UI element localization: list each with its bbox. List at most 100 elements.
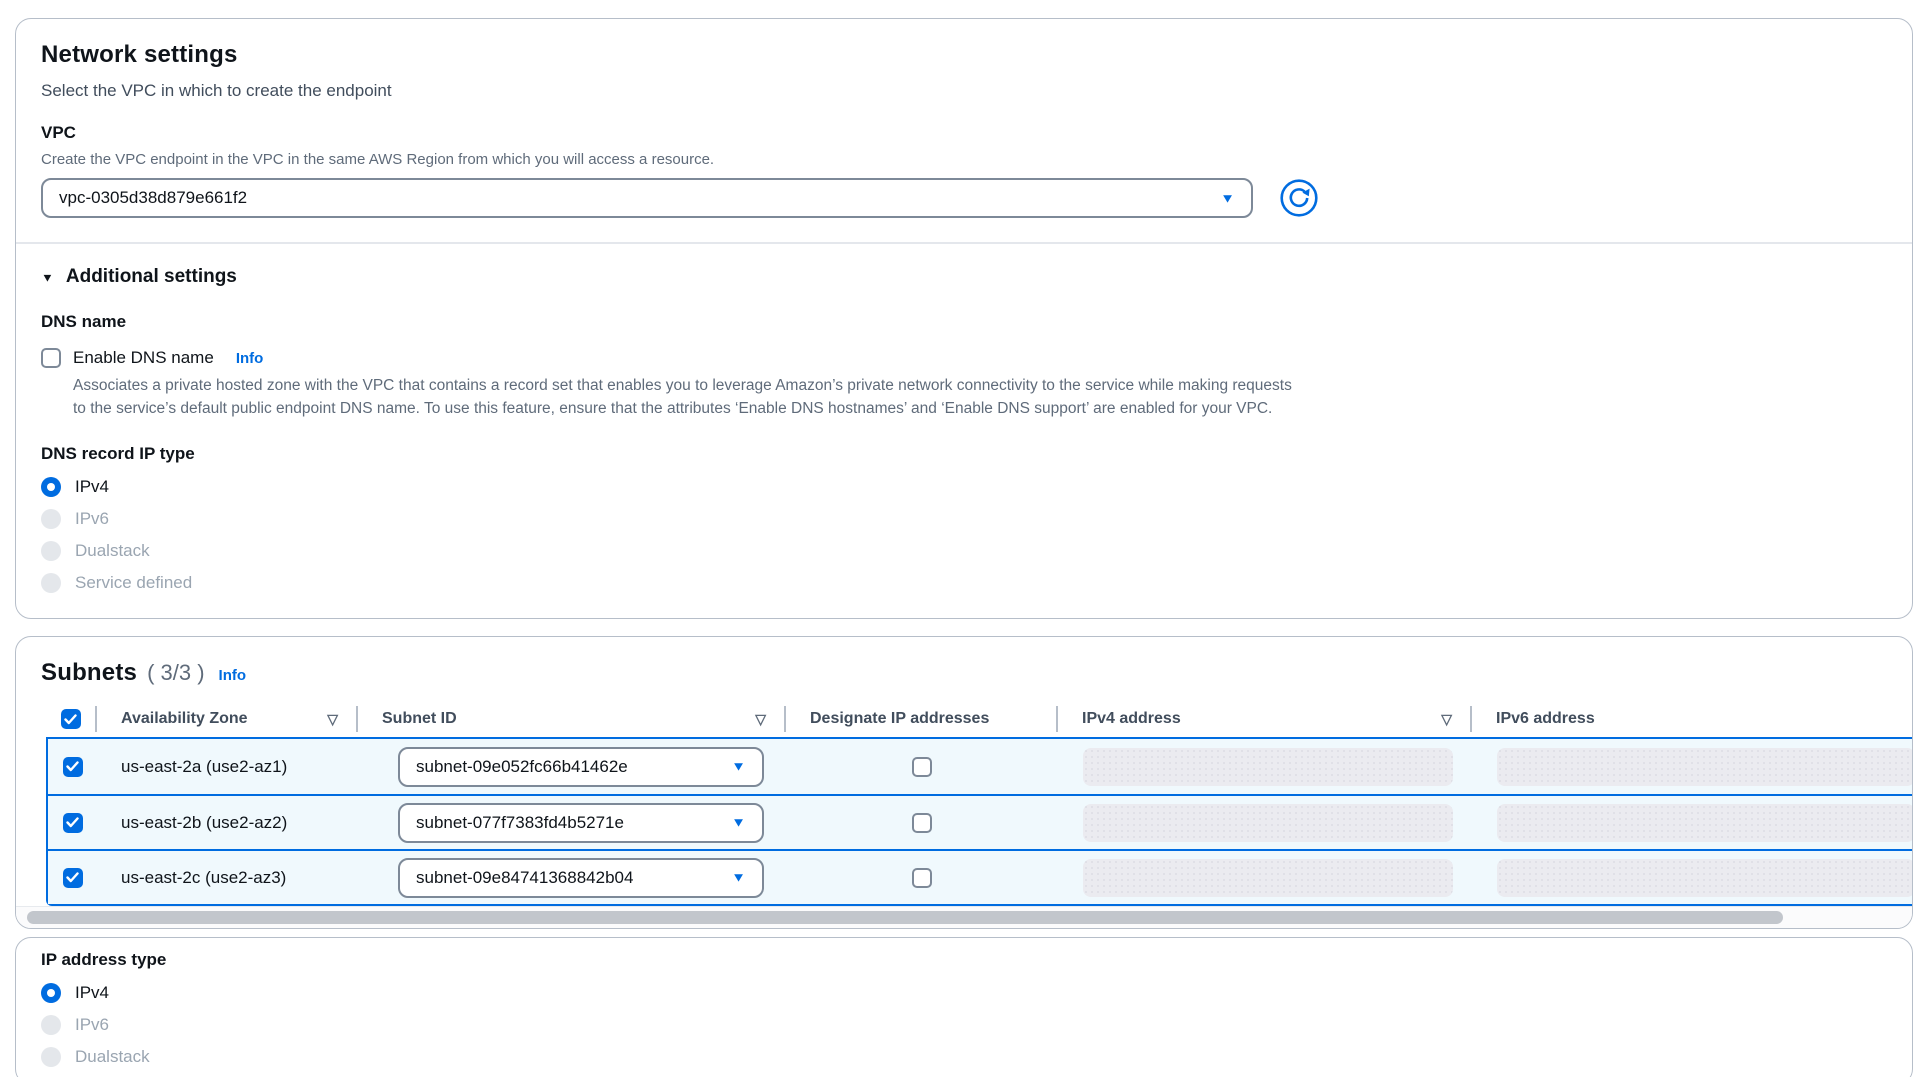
designate-ip-checkbox[interactable] (912, 868, 932, 888)
radio-label: Dualstack (75, 541, 150, 561)
dns-name-info-link[interactable]: Info (236, 350, 264, 367)
dns-name-label: DNS name (41, 312, 1887, 332)
subnet-id-value: subnet-09e052fc66b41462e (416, 757, 628, 777)
designate-ip-cell (786, 813, 1058, 833)
refresh-icon (1279, 206, 1319, 221)
ipv6-address-cell (1472, 804, 1913, 842)
radio-label: IPv4 (75, 983, 109, 1003)
header-cell-subnet-id: Subnet ID ▽ (356, 706, 784, 732)
radio-option-ipv6: IPv6 (41, 1014, 1887, 1036)
enable-dns-name-checkbox[interactable] (41, 348, 61, 368)
additional-settings-expander[interactable]: ▼ Additional settings (41, 266, 1887, 288)
section-divider (16, 242, 1912, 244)
header-cell-ipv4: IPv4 address ▽ (1056, 706, 1470, 732)
header-cell-availability-zone: Availability Zone ▽ (95, 706, 356, 732)
designate-ip-checkbox[interactable] (912, 813, 932, 833)
table-row: us-east-2c (use2-az3) subnet-09e84741368… (48, 849, 1912, 904)
vpc-description: Create the VPC endpoint in the VPC in th… (41, 151, 1887, 168)
radio-label: Dualstack (75, 1047, 150, 1067)
radio-option-ipv6: IPv6 (41, 508, 1887, 530)
availability-zone-value: us-east-2a (use2-az1) (97, 757, 287, 777)
subnets-title: Subnets (41, 659, 137, 687)
availability-zone-value: us-east-2c (use2-az3) (97, 868, 286, 888)
select-all-checkbox[interactable] (61, 709, 81, 729)
horizontal-scrollbar-track[interactable] (16, 906, 1912, 928)
availability-zone-cell: us-east-2a (use2-az1) (97, 757, 358, 777)
ipv4-address-cell (1058, 859, 1472, 897)
sort-icon[interactable]: ▽ (755, 711, 766, 728)
row-checkbox[interactable] (63, 813, 83, 833)
ipv4-address-input-disabled (1083, 804, 1453, 842)
chevron-down-icon: ▼ (731, 760, 746, 773)
subnets-table: Availability Zone ▽ Subnet ID ▽ Designat… (46, 701, 1912, 906)
availability-zone-cell: us-east-2b (use2-az2) (97, 813, 358, 833)
radio-icon (41, 509, 61, 529)
ipv4-address-cell (1058, 748, 1472, 786)
radio-label: IPv6 (75, 509, 109, 529)
horizontal-scrollbar-thumb[interactable] (27, 911, 1783, 924)
vpc-label: VPC (41, 123, 1887, 143)
ip-address-type-group: IPv4 IPv6 Dualstack (41, 982, 1887, 1068)
ipv6-address-input-disabled (1497, 748, 1913, 786)
subnets-info-link[interactable]: Info (219, 667, 247, 684)
availability-zone-cell: us-east-2c (use2-az3) (97, 868, 358, 888)
dns-name-description: Associates a private hosted zone with th… (73, 374, 1295, 420)
subnet-id-cell: subnet-09e052fc66b41462e ▼ (358, 747, 786, 787)
ipv6-address-input-disabled (1497, 804, 1913, 842)
radio-icon[interactable] (41, 477, 61, 497)
column-label: IPv6 address (1496, 710, 1595, 728)
subnet-id-cell: subnet-09e84741368842b04 ▼ (358, 858, 786, 898)
radio-icon (41, 1015, 61, 1035)
ipv6-address-cell (1472, 748, 1913, 786)
network-settings-subtitle: Select the VPC in which to create the en… (41, 81, 1887, 101)
chevron-down-icon: ▼ (1220, 192, 1235, 205)
ipv6-address-cell (1472, 859, 1913, 897)
additional-settings-title: Additional settings (66, 266, 237, 288)
enable-dns-name-row: Enable DNS name Info (41, 348, 1887, 368)
designate-ip-cell (786, 757, 1058, 777)
ipv4-address-input-disabled (1083, 859, 1453, 897)
subnets-count: ( 3/3 ) (147, 660, 204, 686)
subnet-id-select[interactable]: subnet-09e052fc66b41462e ▼ (398, 747, 764, 787)
sort-icon[interactable]: ▽ (1441, 711, 1452, 728)
designate-ip-checkbox[interactable] (912, 757, 932, 777)
radio-label: IPv4 (75, 477, 109, 497)
designate-ip-cell (786, 868, 1058, 888)
refresh-button[interactable] (1279, 178, 1319, 218)
column-label: IPv4 address (1082, 710, 1181, 728)
sort-icon[interactable]: ▽ (327, 711, 338, 728)
vpc-select[interactable]: vpc-0305d38d879e661f2 ▼ (41, 178, 1253, 218)
radio-option-dualstack: Dualstack (41, 540, 1887, 562)
radio-option-ipv4[interactable]: IPv4 (41, 476, 1887, 498)
radio-label: Service defined (75, 573, 192, 593)
radio-option-dualstack: Dualstack (41, 1046, 1887, 1068)
row-checkbox[interactable] (63, 757, 83, 777)
radio-option-service-defined: Service defined (41, 572, 1887, 594)
dns-record-ip-type-group: IPv4 IPv6 Dualstack Service defined (41, 476, 1887, 594)
radio-icon (41, 573, 61, 593)
subnets-table-header: Availability Zone ▽ Subnet ID ▽ Designat… (46, 701, 1912, 737)
subnets-card: Subnets ( 3/3 ) Info Availability Zone ▽… (15, 636, 1913, 929)
ip-address-type-card: IP address type IPv4 IPv6 Dualstack (15, 937, 1913, 1077)
radio-icon (41, 1047, 61, 1067)
row-select-cell (48, 868, 97, 888)
header-cell-designate-ip: Designate IP addresses (784, 706, 1056, 732)
subnets-header: Subnets ( 3/3 ) Info (16, 637, 1912, 687)
chevron-down-icon: ▼ (731, 816, 746, 829)
row-select-cell (48, 813, 97, 833)
table-row: us-east-2a (use2-az1) subnet-09e052fc66b… (48, 739, 1912, 794)
subnet-id-value: subnet-09e84741368842b04 (416, 868, 633, 888)
subnet-id-select[interactable]: subnet-077f7383fd4b5271e ▼ (398, 803, 764, 843)
ipv4-address-cell (1058, 804, 1472, 842)
row-checkbox[interactable] (63, 868, 83, 888)
ipv4-address-input-disabled (1083, 748, 1453, 786)
expander-triangle-icon: ▼ (41, 270, 54, 284)
radio-option-ipv4[interactable]: IPv4 (41, 982, 1887, 1004)
subnet-id-cell: subnet-077f7383fd4b5271e ▼ (358, 803, 786, 843)
row-select-cell (48, 757, 97, 777)
subnet-id-select[interactable]: subnet-09e84741368842b04 ▼ (398, 858, 764, 898)
enable-dns-name-checkbox-label: Enable DNS name (73, 348, 214, 368)
header-cell-ipv6: IPv6 address (1470, 706, 1912, 732)
radio-icon (41, 541, 61, 561)
radio-icon[interactable] (41, 983, 61, 1003)
